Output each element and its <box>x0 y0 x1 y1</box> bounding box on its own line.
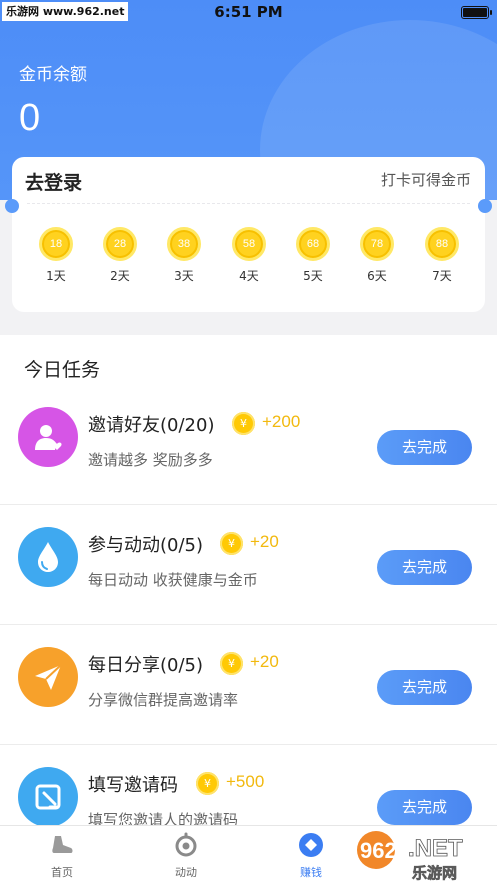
water-drop-icon <box>18 527 78 587</box>
task-item-invite: 邀请好友(0/20) ¥ +200 邀请越多 奖励多多 去完成 <box>0 385 497 505</box>
site-logo-watermark: 962 .NET 乐游网 <box>357 831 463 882</box>
coin-icon: 78 <box>360 227 394 261</box>
day-label: 6天 <box>367 269 387 283</box>
checkin-days: 18 1天 28 2天 38 3天 58 4天 68 5天 78 6天 88 7… <box>36 227 468 287</box>
task-reward: +20 <box>250 652 279 671</box>
home-shoe-icon <box>52 836 73 853</box>
watermark-domain: .NET <box>408 835 463 862</box>
task-desc: 每日动动 收获健康与金币 <box>88 571 258 589</box>
checkin-day[interactable]: 58 4天 <box>229 227 269 284</box>
checkin-day[interactable]: 38 3天 <box>164 227 204 284</box>
checkin-day[interactable]: 78 6天 <box>357 227 397 284</box>
coin-icon: 28 <box>103 227 137 261</box>
task-reward: +500 <box>226 772 265 791</box>
tab-label: 赚钱 <box>300 866 322 879</box>
day-label: 3天 <box>174 269 194 283</box>
status-bar: 乐游网 www.962.net 6:51 PM <box>0 0 497 24</box>
balance-value: 0 <box>19 97 41 139</box>
coin-icon: ¥ <box>220 652 243 675</box>
day-label: 4天 <box>239 269 259 283</box>
invite-friend-icon <box>18 407 78 467</box>
tab-home[interactable]: 首页 <box>22 832 102 880</box>
task-name: 填写邀请码 <box>88 775 178 796</box>
checkin-day[interactable]: 18 1天 <box>36 227 76 284</box>
tab-earn[interactable]: 赚钱 <box>271 832 351 880</box>
card-notch-right <box>478 199 492 213</box>
complete-task-button[interactable]: 去完成 <box>377 790 472 825</box>
complete-task-button[interactable]: 去完成 <box>377 550 472 585</box>
task-desc: 分享微信群提高邀请率 <box>88 691 239 709</box>
watermark-number: 962 <box>360 838 397 863</box>
task-reward: +200 <box>262 412 301 431</box>
coin-icon: 68 <box>296 227 330 261</box>
coin-icon: ¥ <box>220 532 243 555</box>
edit-code-icon <box>18 767 78 827</box>
task-item-activity: 参与动动(0/5) ¥ +20 每日动动 收获健康与金币 去完成 <box>0 505 497 625</box>
complete-task-button[interactable]: 去完成 <box>377 670 472 705</box>
login-link[interactable]: 去登录 <box>25 168 82 195</box>
status-time: 6:51 PM <box>214 3 283 21</box>
task-name: 每日分享(0/5) <box>88 655 204 676</box>
watermark-brand: 乐游网 <box>412 864 457 882</box>
complete-task-button[interactable]: 去完成 <box>377 430 472 465</box>
checkin-card: 去登录 打卡可得金币 18 1天 28 2天 38 3天 58 4天 68 5天… <box>5 157 492 312</box>
tab-activity[interactable]: 动动 <box>146 832 226 880</box>
divider <box>27 203 470 204</box>
tasks-section: 今日任务 邀请好友(0/20) ¥ +200 邀请越多 奖励多多 去完成 参与动… <box>0 335 497 865</box>
day-label: 7天 <box>432 269 452 283</box>
coin-icon: 58 <box>232 227 266 261</box>
coin-icon: 38 <box>167 227 201 261</box>
coin-icon: ¥ <box>196 772 219 795</box>
task-item-share: 每日分享(0/5) ¥ +20 分享微信群提高邀请率 去完成 <box>0 625 497 745</box>
checkin-day[interactable]: 28 2天 <box>100 227 140 284</box>
paper-plane-icon <box>18 647 78 707</box>
task-name: 邀请好友(0/20) <box>88 415 215 436</box>
task-desc: 邀请越多 奖励多多 <box>88 451 213 469</box>
day-label: 1天 <box>46 269 66 283</box>
checkin-day[interactable]: 88 7天 <box>422 227 462 284</box>
battery-icon <box>461 6 492 19</box>
card-notch-left <box>5 199 19 213</box>
task-reward: +20 <box>250 532 279 551</box>
checkin-hint: 打卡可得金币 <box>380 171 471 189</box>
task-name: 参与动动(0/5) <box>88 535 204 556</box>
day-label: 2天 <box>110 269 130 283</box>
checkin-day[interactable]: 68 5天 <box>293 227 333 284</box>
balance-label: 金币余额 <box>19 65 87 85</box>
coin-icon: ¥ <box>232 412 255 435</box>
coin-icon: 88 <box>425 227 459 261</box>
tab-label: 首页 <box>51 866 73 879</box>
tasks-title: 今日任务 <box>24 359 101 381</box>
activity-icon <box>175 832 197 857</box>
earn-icon <box>299 833 323 857</box>
day-label: 5天 <box>303 269 323 283</box>
coin-icon: 18 <box>39 227 73 261</box>
tab-label: 动动 <box>175 866 197 879</box>
